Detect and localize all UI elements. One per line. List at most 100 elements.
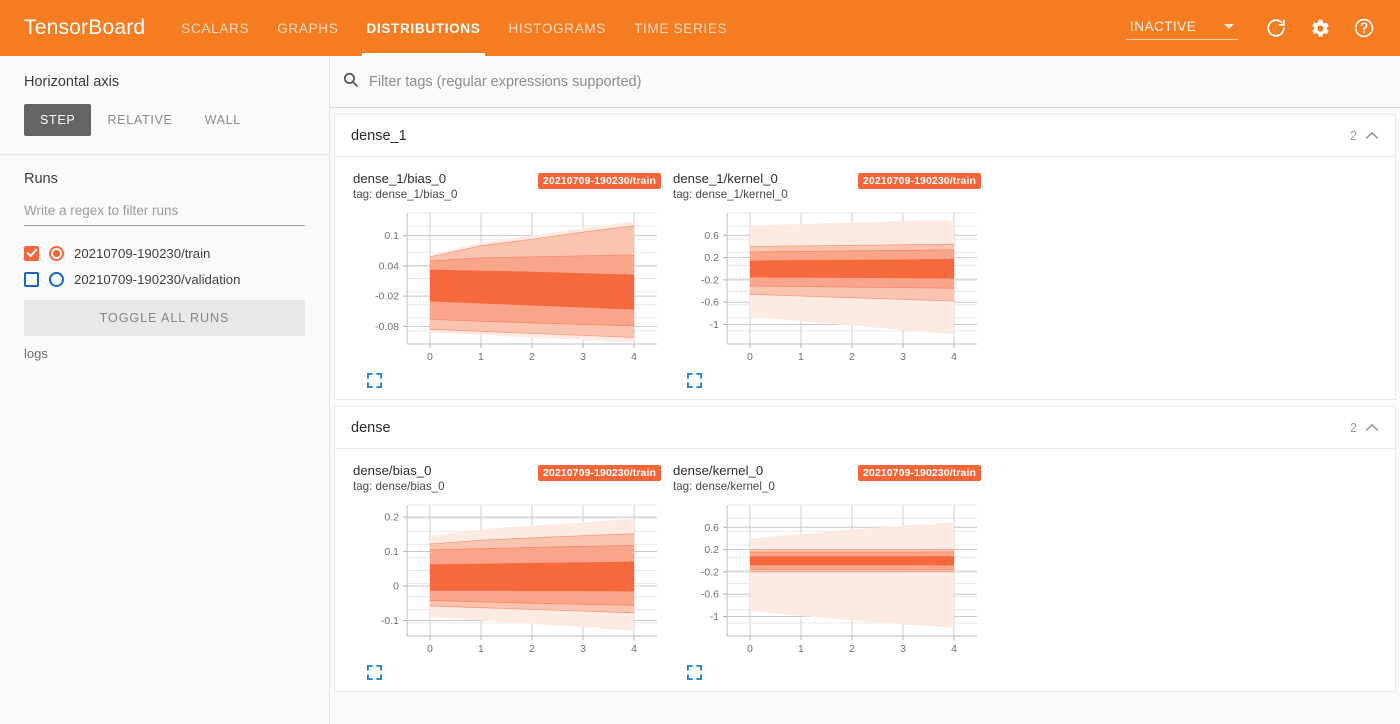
svg-text:-0.2: -0.2 xyxy=(701,566,719,578)
runs-regex-input[interactable] xyxy=(24,199,305,226)
chart-plot[interactable]: 0.2 0.1 0 -0.1 0 1 2 3 4 xyxy=(349,497,669,657)
tag-filter-input[interactable] xyxy=(369,73,1392,90)
settings-button[interactable] xyxy=(1300,8,1340,48)
svg-text:0: 0 xyxy=(427,351,433,363)
chart-tile-header: dense/bias_0 tag: dense/bias_0 20210709-… xyxy=(349,463,669,497)
svg-text:2: 2 xyxy=(529,643,535,655)
svg-text:0.2: 0.2 xyxy=(704,252,719,264)
chart-plot[interactable]: 0.6 0.2 -0.2 -0.6 -1 0 1 2 3 4 xyxy=(669,497,989,657)
gear-icon xyxy=(1310,18,1331,39)
svg-text:3: 3 xyxy=(900,351,906,363)
svg-text:0.6: 0.6 xyxy=(704,522,719,534)
svg-text:4: 4 xyxy=(631,351,637,363)
tab-scalars[interactable]: SCALARS xyxy=(167,0,263,56)
svg-text:4: 4 xyxy=(631,643,637,655)
card-dense: dense 2 dense/bias_0 tag: dense/bias_0 2… xyxy=(334,406,1396,692)
svg-text:0.2: 0.2 xyxy=(704,544,719,556)
svg-text:3: 3 xyxy=(580,351,586,363)
chart-tile-dense-bias_0: dense/bias_0 tag: dense/bias_0 20210709-… xyxy=(349,459,669,687)
tab-distributions[interactable]: DISTRIBUTIONS xyxy=(352,0,494,56)
run-checkbox-train[interactable] xyxy=(24,245,39,261)
main-nav: SCALARS GRAPHS DISTRIBUTIONS HISTOGRAMS … xyxy=(167,0,741,56)
tab-graphs[interactable]: GRAPHS xyxy=(263,0,352,56)
help-button[interactable] xyxy=(1344,8,1384,48)
sidebar: Horizontal axis STEP RELATIVE WALL Runs … xyxy=(0,56,330,724)
run-badge: 20210709-190230/train xyxy=(857,465,981,481)
svg-text:0.1: 0.1 xyxy=(384,230,399,242)
runs-section: Runs 20210709-190230/train 20210709-1902… xyxy=(0,155,329,361)
svg-text:3: 3 xyxy=(900,643,906,655)
card-header-meta-dense: 2 xyxy=(1350,421,1379,435)
run-list: 20210709-190230/train 20210709-190230/va… xyxy=(24,240,305,292)
svg-text:0.1: 0.1 xyxy=(384,546,399,558)
chevron-up-icon[interactable] xyxy=(1365,129,1379,143)
card-header-meta-dense_1: 2 xyxy=(1350,129,1379,143)
svg-text:-1: -1 xyxy=(710,611,719,623)
toggle-all-runs-button[interactable]: TOGGLE ALL RUNS xyxy=(24,300,305,336)
svg-text:2: 2 xyxy=(529,351,535,363)
chart-tag: tag: dense/bias_0 xyxy=(353,480,445,493)
chart-tile-header: dense_1/bias_0 tag: dense_1/bias_0 20210… xyxy=(349,171,669,205)
svg-text:1: 1 xyxy=(478,351,484,363)
card-header-dense[interactable]: dense 2 xyxy=(335,407,1395,449)
card-body-dense: dense/bias_0 tag: dense/bias_0 20210709-… xyxy=(335,449,1395,691)
svg-text:-0.08: -0.08 xyxy=(375,321,399,333)
chart-plot[interactable]: 0.6 0.2 -0.2 -0.6 -1 0 1 2 3 4 xyxy=(669,205,989,365)
card-body-dense_1: dense_1/bias_0 tag: dense_1/bias_0 20210… xyxy=(335,157,1395,399)
chart-tag: tag: dense/kernel_0 xyxy=(673,480,775,493)
expand-chart-button[interactable] xyxy=(367,665,669,685)
search-icon xyxy=(342,71,359,93)
svg-text:1: 1 xyxy=(798,351,804,363)
expand-chart-button[interactable] xyxy=(687,373,989,393)
reload-status-select[interactable]: INACTIVE xyxy=(1126,17,1238,40)
run-color-radio-validation[interactable] xyxy=(49,271,64,287)
run-item-train[interactable]: 20210709-190230/train xyxy=(24,240,305,266)
run-badge: 20210709-190230/train xyxy=(857,173,981,189)
expand-chart-button[interactable] xyxy=(687,665,989,685)
run-color-radio-train[interactable] xyxy=(49,245,64,261)
chart-tile-header: dense_1/kernel_0 tag: dense_1/kernel_0 2… xyxy=(669,171,989,205)
svg-text:0: 0 xyxy=(427,643,433,655)
card-chart-count-dense: 2 xyxy=(1350,420,1357,435)
run-badge: 20210709-190230/train xyxy=(537,173,661,189)
svg-text:2: 2 xyxy=(849,643,855,655)
svg-text:-0.6: -0.6 xyxy=(701,589,719,601)
svg-text:4: 4 xyxy=(951,643,957,655)
card-title-dense: dense xyxy=(351,419,391,436)
svg-text:4: 4 xyxy=(951,351,957,363)
chart-tag: tag: dense_1/bias_0 xyxy=(353,188,458,201)
card-header-dense_1[interactable]: dense_1 2 xyxy=(335,115,1395,157)
svg-text:0: 0 xyxy=(393,581,399,593)
horizontal-axis-title: Horizontal axis xyxy=(24,74,120,90)
svg-text:-0.6: -0.6 xyxy=(701,297,719,309)
tab-histograms[interactable]: HISTOGRAMS xyxy=(495,0,621,56)
chart-plot[interactable]: 0.1 0.04 -0.02 -0.08 0 1 2 3 4 xyxy=(349,205,669,365)
axis-option-wall[interactable]: WALL xyxy=(189,104,257,136)
svg-text:0: 0 xyxy=(747,643,753,655)
top-app-bar: TensorBoard SCALARS GRAPHS DISTRIBUTIONS… xyxy=(0,0,1400,56)
chart-tag: tag: dense_1/kernel_0 xyxy=(673,188,788,201)
expand-chart-button[interactable] xyxy=(367,373,669,393)
app-body: Horizontal axis STEP RELATIVE WALL Runs … xyxy=(0,56,1400,724)
svg-text:-0.1: -0.1 xyxy=(381,615,399,627)
app-brand: TensorBoard xyxy=(24,16,146,39)
svg-text:0.04: 0.04 xyxy=(379,260,400,272)
chart-tile-dense_1-kernel_0: dense_1/kernel_0 tag: dense_1/kernel_0 2… xyxy=(669,167,989,395)
tab-time-series[interactable]: TIME SERIES xyxy=(620,0,741,56)
refresh-icon xyxy=(1265,17,1287,39)
chart-tile-dense-kernel_0: dense/kernel_0 tag: dense/kernel_0 20210… xyxy=(669,459,989,687)
axis-option-relative[interactable]: RELATIVE xyxy=(91,104,188,136)
refresh-button[interactable] xyxy=(1256,8,1296,48)
axis-option-step[interactable]: STEP xyxy=(24,104,92,136)
card-title-dense_1: dense_1 xyxy=(351,127,407,144)
chevron-up-icon[interactable] xyxy=(1365,421,1379,435)
chart-tile-header: dense/kernel_0 tag: dense/kernel_0 20210… xyxy=(669,463,989,497)
top-bar-actions: INACTIVE xyxy=(1126,0,1400,56)
run-label-validation: 20210709-190230/validation xyxy=(74,271,241,287)
run-badge: 20210709-190230/train xyxy=(537,465,661,481)
chart-tile-dense_1-bias_0: dense_1/bias_0 tag: dense_1/bias_0 20210… xyxy=(349,167,669,395)
main-content: dense_1 2 dense_1/bias_0 xyxy=(330,56,1400,724)
runs-title: Runs xyxy=(24,171,58,187)
run-item-validation[interactable]: 20210709-190230/validation xyxy=(24,266,305,292)
run-checkbox-validation[interactable] xyxy=(24,271,39,287)
